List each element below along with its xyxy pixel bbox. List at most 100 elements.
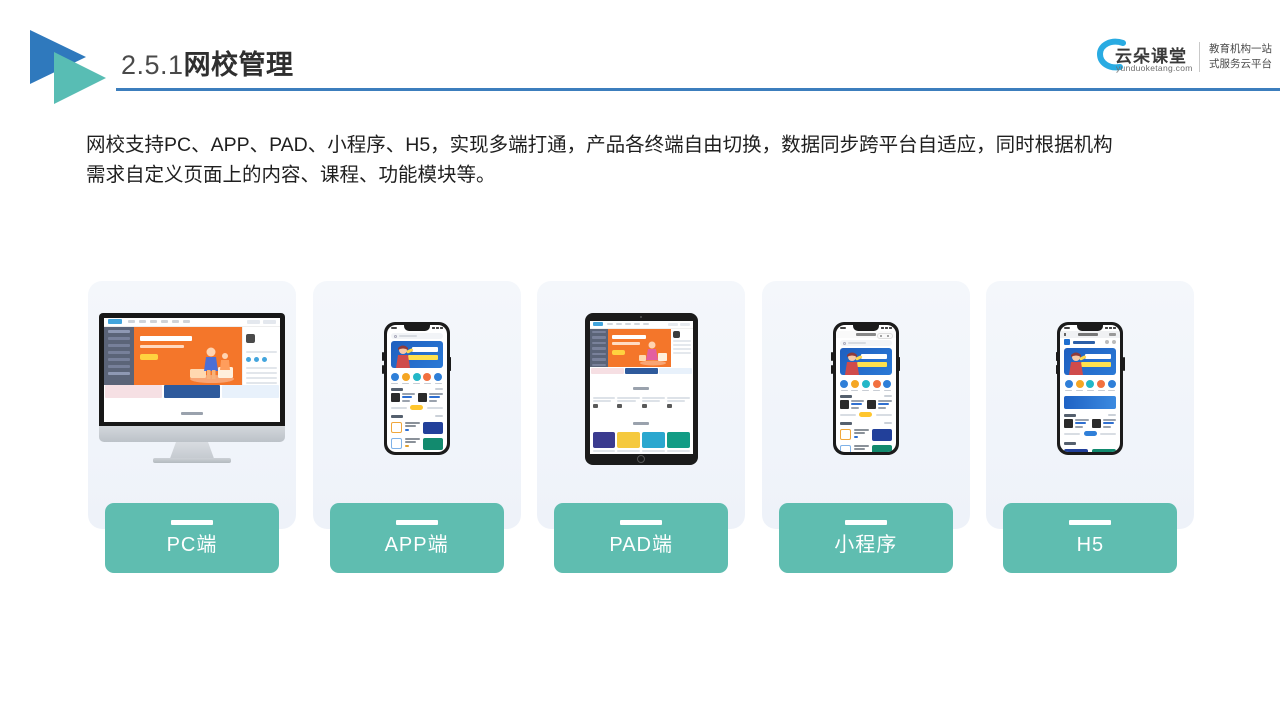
platform-card-h5[interactable]: H5 bbox=[986, 281, 1195, 573]
label-dash bbox=[1069, 520, 1112, 525]
recommend-item[interactable] bbox=[387, 420, 447, 436]
banner-illustration bbox=[844, 352, 862, 375]
secondary-promo-banner[interactable] bbox=[1064, 396, 1117, 409]
status-time bbox=[839, 327, 846, 329]
banner-illustration bbox=[395, 345, 413, 368]
quick-icon-row bbox=[1060, 377, 1120, 393]
platform-card-pad[interactable]: PAD端 bbox=[537, 281, 746, 573]
search-bar[interactable] bbox=[390, 333, 443, 339]
course-thumbnail[interactable] bbox=[1092, 448, 1117, 452]
quick-icon[interactable] bbox=[434, 373, 443, 384]
course-item[interactable] bbox=[390, 392, 416, 404]
phone-screen bbox=[835, 325, 896, 452]
quick-icon[interactable] bbox=[1064, 380, 1073, 391]
back-icon[interactable] bbox=[1064, 333, 1067, 336]
platform-label-pc[interactable]: PC端 bbox=[105, 503, 279, 573]
course-list-row bbox=[387, 392, 447, 404]
course-item[interactable] bbox=[418, 392, 443, 404]
user-icon[interactable] bbox=[1112, 340, 1117, 344]
label-dash bbox=[395, 520, 438, 525]
browser-title-bar bbox=[1060, 331, 1121, 338]
platform-label-app[interactable]: APP端 bbox=[329, 503, 504, 573]
device-mockup-phone-app bbox=[313, 281, 521, 496]
label-dash bbox=[844, 520, 887, 525]
platform-label-h5[interactable]: H5 bbox=[1003, 503, 1178, 573]
platform-card-pc[interactable]: PC端 bbox=[88, 281, 296, 573]
tablet-camera bbox=[640, 315, 643, 318]
sidebar-item bbox=[108, 336, 130, 340]
platform-label-pad[interactable]: PAD端 bbox=[554, 503, 729, 573]
tablet-home-button[interactable] bbox=[637, 454, 646, 463]
quick-icon[interactable] bbox=[1107, 380, 1116, 391]
platform-card-app[interactable]: APP端 bbox=[312, 281, 521, 573]
banner-headline bbox=[1085, 354, 1112, 359]
nav-button bbox=[263, 319, 276, 324]
sidebar-item bbox=[108, 371, 130, 375]
course-item[interactable] bbox=[839, 399, 865, 411]
quick-icon[interactable] bbox=[883, 380, 892, 391]
site-navbar bbox=[589, 321, 693, 329]
brand-cloud-wrap: 云朵课堂 yunduoketang.com bbox=[1093, 36, 1193, 78]
promo-banner bbox=[163, 384, 221, 398]
promo-banner[interactable] bbox=[839, 348, 892, 375]
quick-icon[interactable] bbox=[872, 380, 881, 391]
phone-screen bbox=[386, 325, 447, 452]
platform-label-text: PAD端 bbox=[609, 534, 673, 556]
nav-item bbox=[128, 320, 135, 323]
quick-icon[interactable] bbox=[423, 373, 432, 384]
panel-action-dots bbox=[246, 356, 277, 362]
avatar bbox=[246, 333, 255, 343]
recommend-item[interactable] bbox=[836, 443, 896, 452]
site-sidebar bbox=[104, 326, 134, 385]
platform-card-miniprogram[interactable]: 小程序 bbox=[761, 281, 970, 573]
promo-banner[interactable] bbox=[1064, 348, 1117, 375]
promo-banner-row bbox=[590, 367, 693, 375]
recommend-item[interactable] bbox=[387, 436, 447, 452]
course-thumbnail bbox=[871, 444, 892, 452]
course-thumbnail bbox=[422, 421, 443, 434]
platform-label-miniprogram[interactable]: 小程序 bbox=[778, 503, 953, 573]
search-bar[interactable] bbox=[839, 340, 892, 346]
phone-power-button bbox=[449, 357, 452, 371]
course-item[interactable] bbox=[867, 399, 892, 411]
avatar bbox=[672, 330, 680, 338]
quick-icon[interactable] bbox=[1086, 380, 1095, 391]
more-icon[interactable] bbox=[1109, 333, 1117, 336]
quick-icon[interactable] bbox=[840, 380, 849, 391]
panel-line bbox=[246, 366, 277, 369]
course-item[interactable] bbox=[1091, 418, 1117, 430]
search-icon[interactable] bbox=[1105, 340, 1110, 344]
course-grid-row bbox=[590, 431, 693, 449]
price-row bbox=[836, 410, 896, 417]
nav-item bbox=[161, 320, 168, 323]
quick-icon[interactable] bbox=[401, 373, 410, 384]
promo-banner[interactable] bbox=[390, 341, 443, 368]
promo-banner bbox=[105, 384, 162, 398]
miniprogram-capsule-button[interactable] bbox=[876, 333, 893, 339]
sidebar-item bbox=[108, 343, 130, 347]
recommend-item[interactable] bbox=[836, 427, 896, 443]
platform-label-text: PC端 bbox=[166, 534, 218, 556]
hero-illustration bbox=[638, 341, 667, 365]
quick-icon[interactable] bbox=[412, 373, 421, 384]
course-card-row bbox=[590, 396, 693, 410]
nav-item bbox=[139, 320, 146, 323]
phone-body bbox=[383, 322, 450, 455]
course-grid-captions bbox=[590, 449, 693, 454]
course-thumbnail[interactable] bbox=[1064, 448, 1089, 452]
quick-icon[interactable] bbox=[850, 380, 859, 391]
monitor-icon bbox=[99, 312, 285, 465]
course-item[interactable] bbox=[1064, 418, 1089, 430]
brand-tagline-line-1: 教育机构一站 bbox=[1209, 43, 1272, 55]
quick-icon[interactable] bbox=[1097, 380, 1106, 391]
nav-item bbox=[172, 320, 179, 323]
hero-subline bbox=[140, 344, 184, 348]
promo-banner bbox=[624, 367, 658, 374]
panel-line bbox=[246, 371, 277, 374]
panel-line bbox=[246, 376, 277, 379]
quick-icon[interactable] bbox=[390, 373, 399, 384]
quick-icon[interactable] bbox=[1075, 380, 1084, 391]
course-tile bbox=[666, 431, 690, 448]
brand-logo: 云朵课堂 yunduoketang.com 教育机构一站 式服务云平台 bbox=[1093, 34, 1272, 80]
quick-icon[interactable] bbox=[861, 380, 870, 391]
